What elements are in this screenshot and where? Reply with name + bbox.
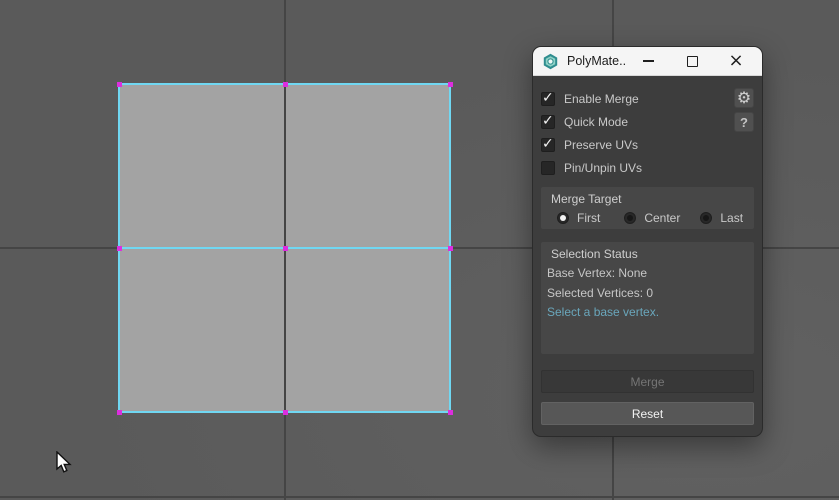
checkbox-box[interactable]: ✓ xyxy=(541,90,555,106)
maximize-button[interactable] xyxy=(670,47,714,76)
base-vertex-value: Base Vertex: None xyxy=(547,266,648,280)
mesh-vertex[interactable] xyxy=(117,82,122,87)
window-titlebar[interactable]: PolyMate... × xyxy=(533,47,762,76)
radio-label: First xyxy=(577,211,601,225)
check-icon: ✓ xyxy=(542,90,554,106)
polymate-window: PolyMate... × ✓ Enable Merge ✓ Quick Mod… xyxy=(532,46,763,437)
merge-target-label: Merge Target xyxy=(551,192,622,206)
radio-last[interactable]: Last xyxy=(700,211,743,225)
radio-label: Last xyxy=(720,211,744,225)
viewport[interactable]: PolyMate... × ✓ Enable Merge ✓ Quick Mod… xyxy=(0,0,839,500)
merge-button[interactable]: Merge xyxy=(541,370,754,393)
checkbox-label: Pin/Unpin UVs xyxy=(564,161,643,175)
radio-label: Center xyxy=(644,211,681,225)
status-hint: Select a base vertex. xyxy=(547,305,660,319)
check-icon: ✓ xyxy=(542,136,554,152)
radio-icon xyxy=(700,212,713,224)
merge-target-group: Merge Target First Center Last xyxy=(541,187,754,229)
reset-button[interactable]: Reset xyxy=(541,402,754,425)
polymate-hexagon-icon xyxy=(543,53,558,69)
checkbox-pin-unpin-uvs[interactable]: ✓ Pin/Unpin UVs xyxy=(541,160,642,176)
check-icon: ✓ xyxy=(542,113,554,129)
grid-line-horizontal xyxy=(0,496,839,498)
mesh-vertex[interactable] xyxy=(448,410,453,415)
maximize-icon xyxy=(686,55,698,67)
mesh-vertex[interactable] xyxy=(448,82,453,87)
settings-button[interactable]: ⚙ xyxy=(734,88,754,108)
checkbox-box[interactable]: ✓ xyxy=(541,113,555,129)
selected-vertices-value: Selected Vertices: 0 xyxy=(547,285,654,300)
radio-center[interactable]: Center xyxy=(624,211,680,225)
mesh-vertex[interactable] xyxy=(448,246,453,251)
mesh-vertex[interactable] xyxy=(283,410,288,415)
mesh-vertex[interactable] xyxy=(117,410,122,415)
radio-first[interactable]: First xyxy=(557,211,600,225)
merge-target-radios: First Center Last xyxy=(557,211,743,225)
selection-status-group: Selection Status Base Vertex: None Selec… xyxy=(541,242,754,354)
minimize-icon xyxy=(642,60,654,62)
gear-icon: ⚙ xyxy=(736,88,752,107)
radio-icon xyxy=(557,212,569,224)
window-title: PolyMate... xyxy=(567,54,626,68)
checkbox-preserve-uvs[interactable]: ✓ Preserve UVs xyxy=(541,136,639,153)
checkbox-quick-mode[interactable]: ✓ Quick Mode xyxy=(541,113,629,130)
selection-status-lines: Base Vertex: None Selected Vertices: 0 S… xyxy=(547,264,659,323)
help-icon: ? xyxy=(740,114,748,130)
checkbox-box[interactable]: ✓ xyxy=(541,136,555,152)
mesh-vertex[interactable] xyxy=(117,246,122,251)
checkbox-label: Enable Merge xyxy=(564,92,639,106)
checkbox-label: Quick Mode xyxy=(564,115,629,129)
mesh-vertex[interactable] xyxy=(283,82,288,87)
arrow-cursor xyxy=(56,451,72,473)
help-button[interactable]: ? xyxy=(734,112,754,132)
checkbox-label: Preserve UVs xyxy=(564,138,639,152)
close-button[interactable]: × xyxy=(714,47,758,76)
radio-icon xyxy=(624,212,637,224)
window-controls: × xyxy=(626,47,762,76)
close-icon: × xyxy=(728,50,744,71)
minimize-button[interactable] xyxy=(626,47,670,76)
mesh-vertex[interactable] xyxy=(283,246,288,251)
checkbox-box[interactable]: ✓ xyxy=(541,161,555,175)
selection-status-label: Selection Status xyxy=(551,247,638,261)
checkbox-enable-merge[interactable]: ✓ Enable Merge xyxy=(541,90,639,107)
